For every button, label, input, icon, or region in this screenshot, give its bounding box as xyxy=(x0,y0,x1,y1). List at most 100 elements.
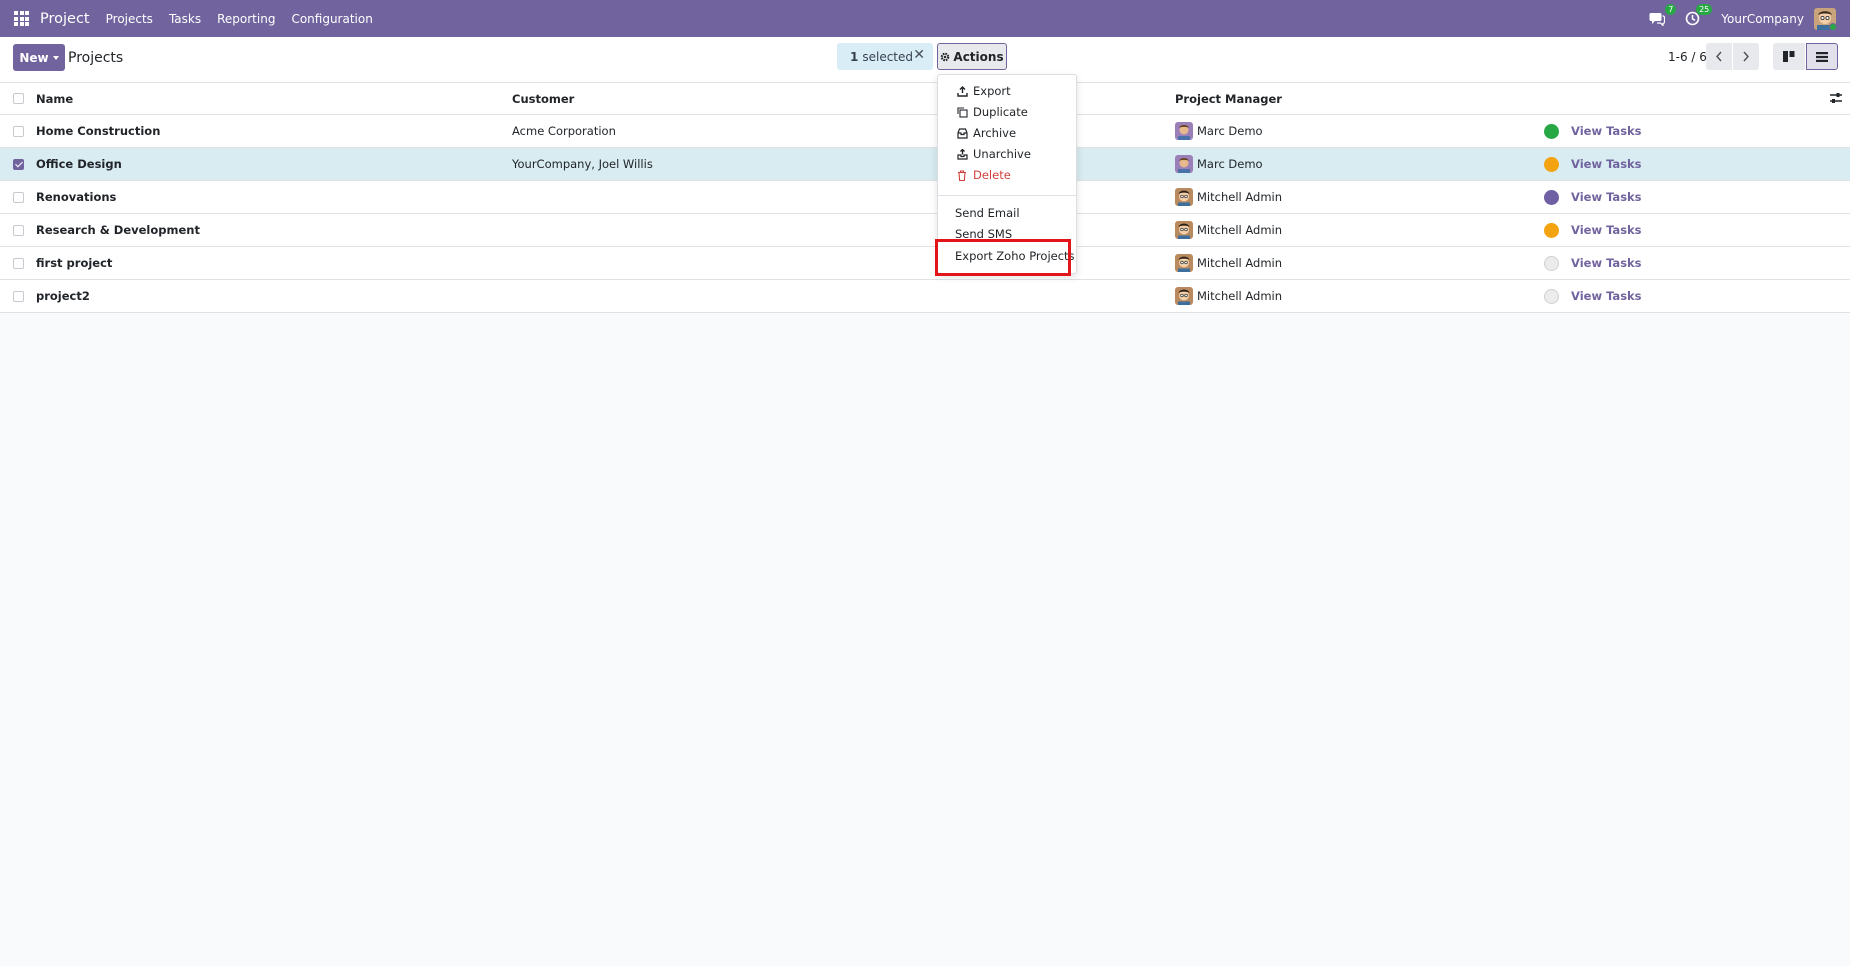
menu-projects[interactable]: Projects xyxy=(106,12,153,26)
unarchive-icon xyxy=(956,148,968,160)
project-manager[interactable]: Marc Demo xyxy=(1175,115,1263,147)
project-color-dot[interactable] xyxy=(1544,255,1559,271)
action-send-email[interactable]: Send Email xyxy=(938,203,1076,223)
apps-grid-icon[interactable] xyxy=(14,11,29,26)
view-tasks-link[interactable]: View Tasks xyxy=(1571,181,1642,213)
chevron-left-icon xyxy=(1716,51,1722,62)
selection-indicator: 1 selected ✕ xyxy=(837,43,933,70)
project-name[interactable]: Home Construction xyxy=(36,115,160,147)
project-name[interactable]: Research & Development xyxy=(36,214,200,246)
table-row[interactable]: Office Design YourCompany, Joel Willis Mar… xyxy=(0,148,1850,181)
table-row[interactable]: Research & Development Mitchell Admin View… xyxy=(0,214,1850,247)
project-customer[interactable]: Acme Corporation xyxy=(512,115,616,147)
new-button-label: New xyxy=(19,50,49,65)
header-project-manager[interactable]: Project Manager xyxy=(1175,83,1282,114)
copy-icon xyxy=(956,106,968,118)
list-view-button[interactable] xyxy=(1806,43,1838,70)
gear-icon xyxy=(941,52,950,61)
kanban-icon xyxy=(1783,51,1795,62)
pager-previous-button[interactable] xyxy=(1706,43,1732,70)
action-delete-label: Delete xyxy=(973,168,1011,182)
row-checkbox[interactable] xyxy=(13,257,24,269)
action-duplicate[interactable]: Duplicate xyxy=(938,102,1076,122)
action-export-label: Export xyxy=(973,84,1011,98)
manager-name: Marc Demo xyxy=(1197,124,1263,138)
project-color-dot[interactable] xyxy=(1544,222,1559,238)
manager-name: Mitchell Admin xyxy=(1197,289,1283,303)
project-manager[interactable]: Mitchell Admin xyxy=(1175,214,1282,246)
optional-columns-toggle-icon[interactable] xyxy=(1830,92,1842,104)
manager-avatar xyxy=(1175,155,1193,173)
actions-button[interactable]: Actions xyxy=(937,43,1007,70)
top-navbar: Project Projects Tasks Reporting Configu… xyxy=(0,0,1850,37)
view-tasks-link[interactable]: View Tasks xyxy=(1571,115,1642,147)
row-checkbox[interactable] xyxy=(13,125,24,137)
user-avatar[interactable] xyxy=(1814,7,1836,30)
pager-next-button[interactable] xyxy=(1733,43,1759,70)
project-color-dot[interactable] xyxy=(1544,156,1559,172)
project-name[interactable]: project2 xyxy=(36,280,90,312)
manager-avatar xyxy=(1175,254,1193,272)
color-cell xyxy=(1544,247,1559,279)
actions-label: Actions xyxy=(953,49,1004,64)
project-name[interactable]: Office Design xyxy=(36,148,122,180)
new-button[interactable]: New xyxy=(13,44,65,71)
messages-icon[interactable]: 7 xyxy=(1649,3,1677,27)
row-checkbox[interactable] xyxy=(13,191,24,203)
action-duplicate-label: Duplicate xyxy=(973,105,1028,119)
select-all-checkbox[interactable] xyxy=(13,93,24,104)
view-tasks-link[interactable]: View Tasks xyxy=(1571,148,1642,180)
pager-value[interactable]: 1-6 / 6 xyxy=(1668,50,1707,64)
header-customer[interactable]: Customer xyxy=(512,83,574,114)
actions-dropdown-menu: Export Duplicate Archive Unarchive Delet… xyxy=(937,74,1077,274)
view-tasks-link[interactable]: View Tasks xyxy=(1571,280,1642,312)
app-name[interactable]: Project xyxy=(40,11,90,27)
row-checkbox[interactable] xyxy=(13,158,24,170)
manager-name: Mitchell Admin xyxy=(1197,256,1283,270)
view-tasks-link[interactable]: View Tasks xyxy=(1571,214,1642,246)
header-name[interactable]: Name xyxy=(36,83,73,114)
unselect-close-icon[interactable]: ✕ xyxy=(913,47,925,63)
project-color-dot[interactable] xyxy=(1544,189,1559,205)
menu-configuration[interactable]: Configuration xyxy=(291,12,372,26)
color-cell xyxy=(1544,148,1559,180)
project-manager[interactable]: Mitchell Admin xyxy=(1175,280,1282,312)
action-archive[interactable]: Archive xyxy=(938,123,1076,143)
table-row[interactable]: project2 Mitchell Admin View Tasks xyxy=(0,280,1850,313)
action-delete[interactable]: Delete xyxy=(938,165,1076,185)
action-unarchive[interactable]: Unarchive xyxy=(938,144,1076,164)
manager-avatar xyxy=(1175,188,1193,206)
row-checkbox[interactable] xyxy=(13,290,24,302)
menu-reporting[interactable]: Reporting xyxy=(217,12,275,26)
menu-tasks[interactable]: Tasks xyxy=(169,12,201,26)
activities-count-badge: 25 xyxy=(1696,3,1713,15)
table-row[interactable]: Home Construction Acme Corporation Marc De… xyxy=(0,115,1850,148)
action-export-zoho-projects[interactable]: Export Zoho Projects xyxy=(938,246,1076,266)
project-name[interactable]: Renovations xyxy=(36,181,116,213)
table-row[interactable]: Renovations Mitchell Admin View Tasks xyxy=(0,181,1850,214)
action-export-zoho-projects-label: Export Zoho Projects xyxy=(955,249,1075,263)
project-color-dot[interactable] xyxy=(1544,123,1559,139)
manager-name: Marc Demo xyxy=(1197,157,1263,171)
project-manager[interactable]: Mitchell Admin xyxy=(1175,247,1282,279)
color-cell xyxy=(1544,115,1559,147)
table-row[interactable]: first project Mitchell Admin View Tasks xyxy=(0,247,1850,280)
project-color-dot[interactable] xyxy=(1544,288,1559,304)
action-export[interactable]: Export xyxy=(938,81,1076,101)
project-name[interactable]: first project xyxy=(36,247,112,279)
action-send-sms-label: Send SMS xyxy=(955,227,1013,241)
projects-list-table: Name Customer Project Manager Home Const… xyxy=(0,83,1850,313)
project-customer[interactable]: YourCompany, Joel Willis xyxy=(512,148,653,180)
project-manager[interactable]: Mitchell Admin xyxy=(1175,181,1282,213)
company-switcher[interactable]: YourCompany xyxy=(1721,12,1804,26)
manager-name: Mitchell Admin xyxy=(1197,223,1283,237)
kanban-view-button[interactable] xyxy=(1773,43,1805,70)
action-send-sms[interactable]: Send SMS xyxy=(938,224,1076,244)
trash-icon xyxy=(956,169,968,181)
row-checkbox[interactable] xyxy=(13,224,24,236)
activities-clock-icon[interactable]: 25 xyxy=(1685,3,1713,27)
project-manager[interactable]: Marc Demo xyxy=(1175,148,1263,180)
view-tasks-link[interactable]: View Tasks xyxy=(1571,247,1642,279)
action-send-email-label: Send Email xyxy=(955,206,1020,220)
action-unarchive-label: Unarchive xyxy=(973,147,1031,161)
